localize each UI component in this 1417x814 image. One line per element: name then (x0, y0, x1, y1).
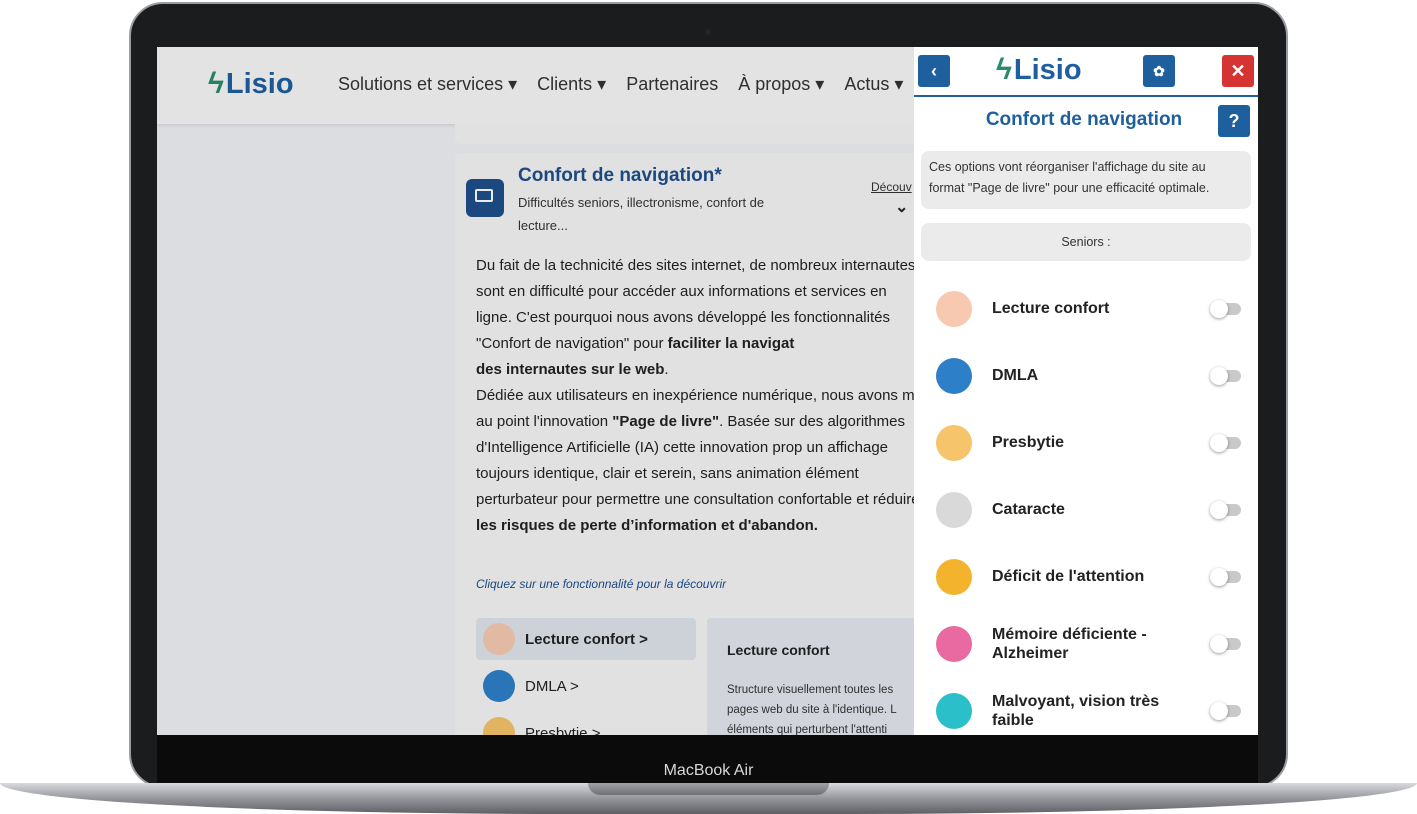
option-label: Déficit de l'attention (992, 568, 1145, 585)
toggle-lecture-confort[interactable] (1210, 300, 1241, 318)
toggle-presbytie[interactable] (1210, 434, 1241, 452)
panel-header: ‹ ϟ Lisio ✿ ✕ (914, 47, 1258, 97)
option-malvoyant[interactable]: Malvoyant, vision très faible (914, 679, 1258, 735)
woman-icon (936, 559, 972, 595)
accessibility-panel: ‹ ϟ Lisio ✿ ✕ Confort de navigation ? Ce… (914, 47, 1258, 735)
toggle-memoire-alzheimer[interactable] (1210, 635, 1241, 653)
option-memoire-alzheimer[interactable]: Mémoire déficiente - Alzheimer (914, 612, 1258, 676)
close-icon: ✕ (1230, 60, 1246, 81)
laptop-brand-label: MacBook Air (663, 762, 754, 779)
screen: ϟ Lisio Solutions et services ▾ Clients … (157, 47, 1258, 735)
seahorse-icon: ϟ (996, 53, 1012, 86)
book-icon (936, 291, 972, 327)
camera-icon (705, 29, 711, 35)
chevron-left-icon: ‹ (931, 60, 937, 81)
help-label: ? (1228, 110, 1240, 131)
logo-text: Lisio (1013, 53, 1082, 86)
settings-button[interactable]: ✿ (1143, 55, 1175, 87)
option-cataracte[interactable]: Cataracte (914, 478, 1258, 542)
back-button[interactable]: ‹ (918, 55, 950, 87)
option-deficit-attention[interactable]: Déficit de l'attention (914, 545, 1258, 609)
laptop-notch (588, 783, 829, 795)
option-lecture-confort[interactable]: Lecture confort (914, 277, 1258, 341)
eye-icon (936, 492, 972, 528)
eye-slash-icon (936, 693, 972, 729)
panel-info: Ces options vont réorganiser l'affichage… (921, 151, 1251, 209)
section-seniors: Seniors : (921, 223, 1251, 261)
option-dmla[interactable]: DMLA (914, 344, 1258, 408)
option-label: Mémoire déficiente - Alzheimer (992, 626, 1147, 662)
option-label: Cataracte (992, 501, 1065, 518)
panel-title: Confort de navigation (985, 109, 1183, 130)
option-label: Lecture confort (992, 300, 1110, 317)
close-button[interactable]: ✕ (1222, 55, 1254, 87)
option-label: Malvoyant, vision très faible (992, 693, 1160, 729)
gear-icon: ✿ (1153, 62, 1165, 79)
toggle-malvoyant[interactable] (1210, 702, 1241, 720)
toggle-dmla[interactable] (1210, 367, 1241, 385)
toggle-cataracte[interactable] (1210, 501, 1241, 519)
option-label: DMLA (992, 367, 1039, 384)
magnifier-plus-icon (936, 358, 972, 394)
option-presbytie[interactable]: Presbytie (914, 411, 1258, 475)
panel-logo: ϟ Lisio (996, 53, 1082, 87)
help-button[interactable]: ? (1218, 105, 1250, 137)
option-label: Presbytie (992, 434, 1065, 451)
elderly-woman-icon (936, 626, 972, 662)
page-dim-overlay (157, 47, 914, 735)
toggle-deficit-attention[interactable] (1210, 568, 1241, 586)
magnifier-eye-icon (936, 425, 972, 461)
